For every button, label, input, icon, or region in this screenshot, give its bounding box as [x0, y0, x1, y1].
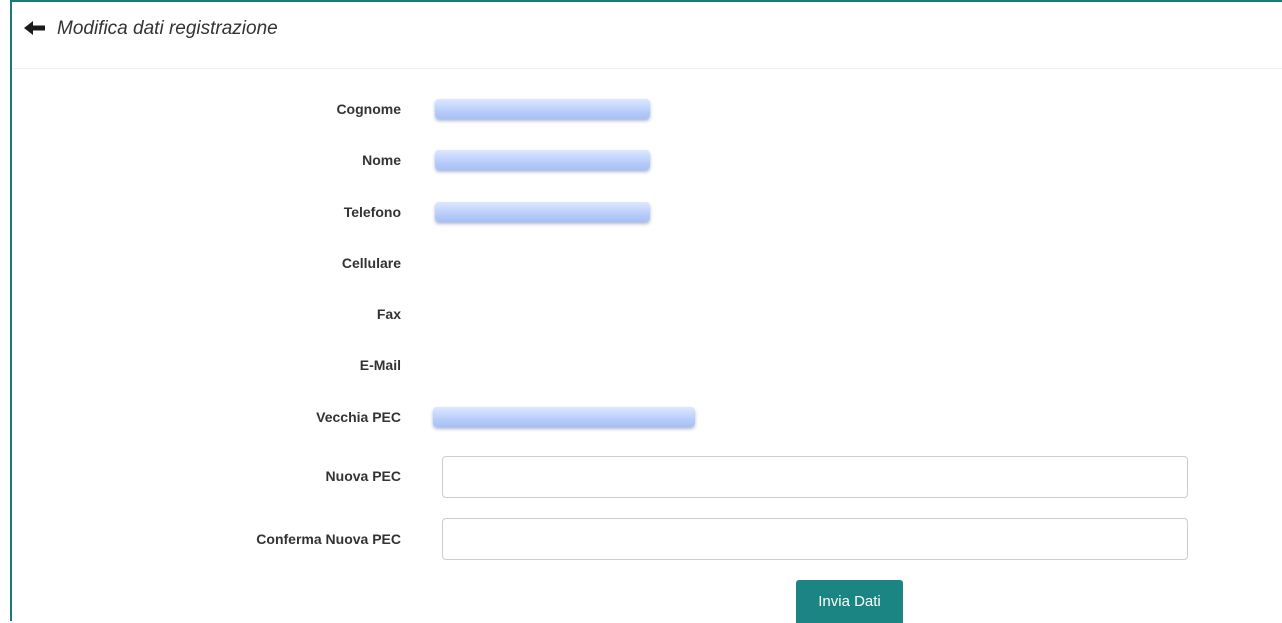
- page-header: Modifica dati registrazione: [12, 2, 1282, 69]
- cognome-label: Cognome: [336, 101, 401, 117]
- email-label: E-Mail: [359, 357, 401, 373]
- page-title: Modifica dati registrazione: [57, 18, 278, 39]
- nome-value-redacted: [435, 150, 650, 170]
- cognome-value-redacted: [435, 99, 650, 119]
- telefono-value-redacted: [435, 202, 650, 222]
- conferma-nuova-pec-input[interactable]: [442, 518, 1188, 560]
- cellulare-label: Cellulare: [341, 255, 401, 271]
- nuova-pec-label: Nuova PEC: [325, 468, 401, 484]
- nuova-pec-input[interactable]: [442, 456, 1188, 498]
- arrow-left-icon[interactable]: [24, 19, 46, 37]
- page-frame: Modifica dati registrazione Cognome Nome…: [10, 0, 1282, 623]
- telefono-label: Telefono: [343, 204, 401, 220]
- vecchia-pec-label: Vecchia PEC: [316, 409, 401, 425]
- conferma-nuova-pec-label: Conferma Nuova PEC: [256, 531, 401, 547]
- vecchia-pec-value-redacted: [433, 407, 695, 427]
- fax-label: Fax: [376, 306, 401, 322]
- invia-dati-button[interactable]: Invia Dati: [796, 580, 903, 623]
- nome-label: Nome: [362, 152, 401, 168]
